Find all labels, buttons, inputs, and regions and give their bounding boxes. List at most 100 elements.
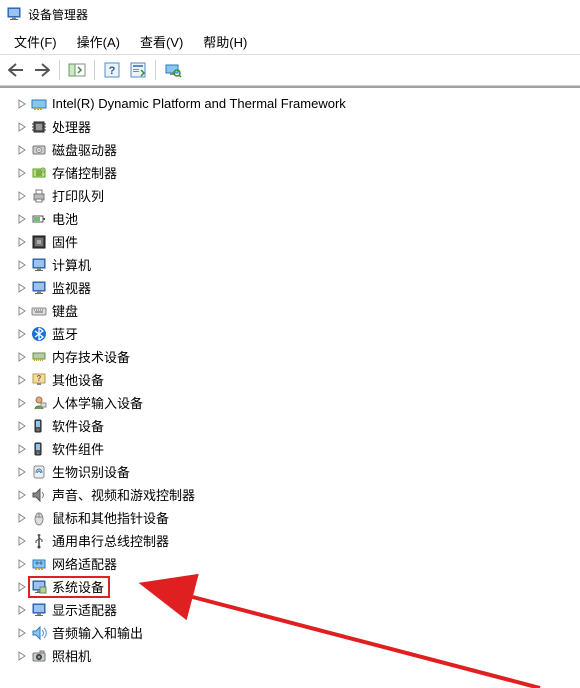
expand-icon[interactable]: [14, 510, 30, 526]
expand-icon[interactable]: [14, 211, 30, 227]
tree-item[interactable]: 软件组件: [14, 437, 580, 460]
tree-item-label: 网络适配器: [52, 554, 117, 573]
highlighted-item: 系统设备: [28, 576, 110, 598]
expand-icon[interactable]: [14, 303, 30, 319]
network-icon: [30, 555, 48, 573]
biometric-icon: [30, 463, 48, 481]
tree-item-label: 蓝牙: [52, 324, 78, 343]
tree-item[interactable]: 存储控制器: [14, 161, 580, 184]
tree-item-label: 声音、视频和游戏控制器: [52, 485, 195, 504]
show-hide-button[interactable]: [65, 58, 89, 82]
monitor-icon: [30, 256, 48, 274]
tree-item-label: 软件组件: [52, 439, 104, 458]
tree-item-label: 鼠标和其他指针设备: [52, 508, 169, 527]
tree-item[interactable]: 人体学输入设备: [14, 391, 580, 414]
menu-help[interactable]: 帮助(H): [193, 29, 257, 54]
expand-icon[interactable]: [14, 418, 30, 434]
expand-icon[interactable]: [14, 119, 30, 135]
sound-icon: [30, 486, 48, 504]
expand-icon[interactable]: [14, 487, 30, 503]
tree-item[interactable]: 蓝牙: [14, 322, 580, 345]
tree-item-label: 监视器: [52, 278, 91, 297]
mouse-icon: [30, 509, 48, 527]
disk-icon: [30, 141, 48, 159]
svg-text:?: ?: [37, 374, 42, 383]
expand-icon[interactable]: [14, 441, 30, 457]
tree-item-label: 人体学输入设备: [52, 393, 143, 412]
tree-item[interactable]: 磁盘驱动器: [14, 138, 580, 161]
device-tree[interactable]: Intel(R) Dynamic Platform and Thermal Fr…: [0, 86, 580, 688]
help-button[interactable]: ?: [100, 58, 124, 82]
tree-item[interactable]: 鼠标和其他指针设备: [14, 506, 580, 529]
tree-item[interactable]: 处理器: [14, 115, 580, 138]
expand-icon[interactable]: [14, 395, 30, 411]
tree-item-label: 软件设备: [52, 416, 104, 435]
app-icon: [6, 6, 22, 22]
toolbar-separator: [59, 60, 60, 80]
expand-icon[interactable]: [14, 234, 30, 250]
keyboard-icon: [30, 302, 48, 320]
tree-item[interactable]: 监视器: [14, 276, 580, 299]
expand-icon[interactable]: [14, 326, 30, 342]
tree-item[interactable]: 软件设备: [14, 414, 580, 437]
tree-item-label: 通用串行总线控制器: [52, 531, 169, 550]
bluetooth-icon: [30, 325, 48, 343]
properties-button[interactable]: [126, 58, 150, 82]
tree-item[interactable]: 通用串行总线控制器: [14, 529, 580, 552]
expand-icon[interactable]: [14, 165, 30, 181]
scan-hardware-button[interactable]: [161, 58, 185, 82]
tree-item-label: 处理器: [52, 117, 91, 136]
expand-icon[interactable]: [14, 464, 30, 480]
other-icon: ?: [30, 371, 48, 389]
expand-icon[interactable]: [14, 533, 30, 549]
tree-item[interactable]: Intel(R) Dynamic Platform and Thermal Fr…: [14, 92, 580, 115]
forward-button[interactable]: [30, 58, 54, 82]
cpu-icon: [30, 118, 48, 136]
tree-item[interactable]: 电池: [14, 207, 580, 230]
menu-view[interactable]: 查看(V): [130, 29, 193, 54]
titlebar: 设备管理器: [0, 0, 580, 28]
tree-item[interactable]: 网络适配器: [14, 552, 580, 575]
toolbar-separator: [155, 60, 156, 80]
expand-icon[interactable]: [14, 96, 30, 112]
tree-item-label: 音频输入和输出: [52, 623, 143, 642]
tree-item[interactable]: 固件: [14, 230, 580, 253]
expand-icon[interactable]: [14, 142, 30, 158]
software-icon: [30, 440, 48, 458]
memory-icon: [30, 348, 48, 366]
tree-item[interactable]: 照相机: [14, 644, 580, 667]
battery-icon: [30, 210, 48, 228]
toolbar-separator: [94, 60, 95, 80]
tree-item[interactable]: 声音、视频和游戏控制器: [14, 483, 580, 506]
expand-icon[interactable]: [14, 556, 30, 572]
expand-icon[interactable]: [14, 602, 30, 618]
expand-icon[interactable]: [14, 257, 30, 273]
tree-item[interactable]: 计算机: [14, 253, 580, 276]
tree-item[interactable]: 键盘: [14, 299, 580, 322]
tree-item-label: 系统设备: [52, 577, 104, 596]
expand-icon[interactable]: [14, 280, 30, 296]
tree-item-label: 计算机: [52, 255, 91, 274]
tree-item[interactable]: 音频输入和输出: [14, 621, 580, 644]
expand-icon[interactable]: [14, 188, 30, 204]
menu-file[interactable]: 文件(F): [4, 29, 67, 54]
software-icon: [30, 417, 48, 435]
expand-icon[interactable]: [14, 372, 30, 388]
tree-item-label: 其他设备: [52, 370, 104, 389]
tree-item[interactable]: 内存技术设备: [14, 345, 580, 368]
menu-action[interactable]: 操作(A): [67, 29, 130, 54]
back-button[interactable]: [4, 58, 28, 82]
expand-icon[interactable]: [14, 625, 30, 641]
expand-icon[interactable]: [14, 648, 30, 664]
tree-item[interactable]: ? 其他设备: [14, 368, 580, 391]
expand-icon[interactable]: [14, 349, 30, 365]
tree-item[interactable]: 显示适配器: [14, 598, 580, 621]
tree-item-label: 存储控制器: [52, 163, 117, 182]
tree-item[interactable]: 系统设备: [14, 575, 580, 598]
tree-item[interactable]: 生物识别设备: [14, 460, 580, 483]
tree-item-label: 生物识别设备: [52, 462, 130, 481]
tree-item[interactable]: 打印队列: [14, 184, 580, 207]
card-icon: [30, 95, 48, 113]
toolbar: ?: [0, 54, 580, 86]
tree-item-label: 打印队列: [52, 186, 104, 205]
